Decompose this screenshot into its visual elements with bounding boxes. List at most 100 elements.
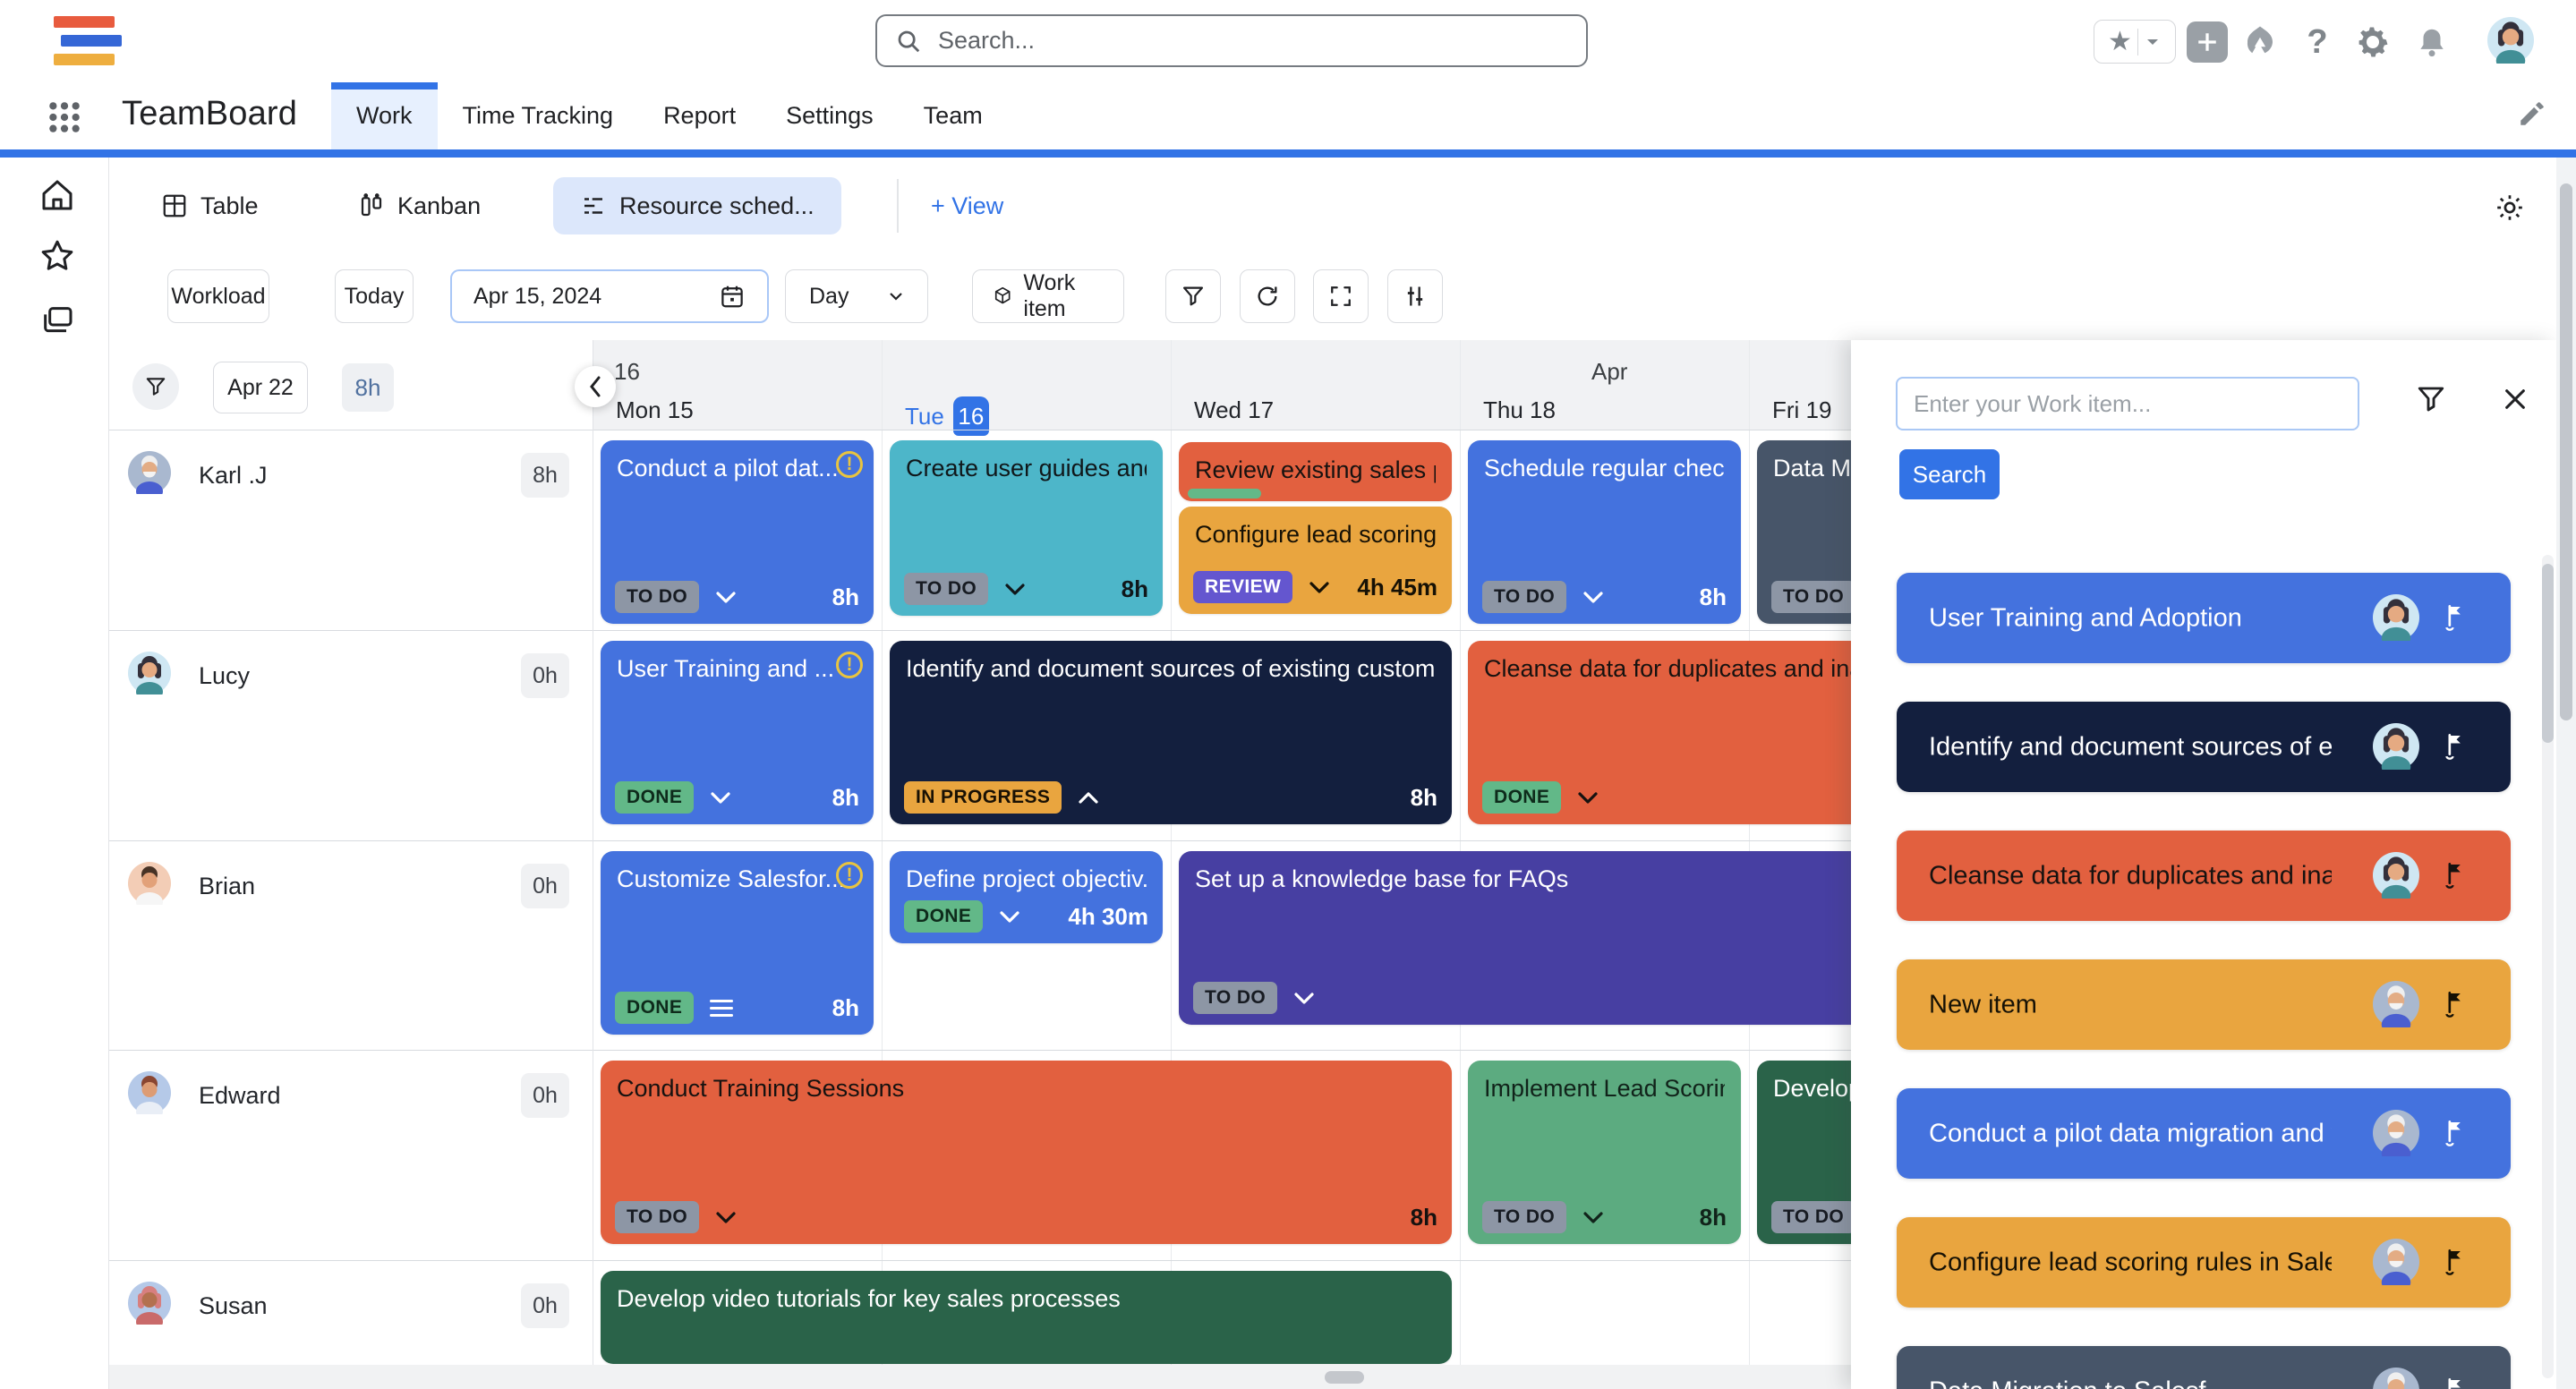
status-badge[interactable]: DONE (615, 992, 694, 1024)
search-result-item[interactable]: New item (1897, 959, 2511, 1050)
help-button[interactable]: ? (2297, 21, 2338, 63)
status-badge[interactable]: IN PROGRESS (904, 781, 1062, 814)
status-badge[interactable]: TO DO (615, 581, 699, 613)
search-input[interactable] (936, 26, 1568, 55)
filter-button[interactable] (1165, 269, 1221, 323)
chevron-down-icon[interactable] (1004, 583, 1026, 596)
resource-row-karlj[interactable]: Karl .J8h (109, 430, 593, 630)
add-button[interactable] (2187, 21, 2228, 63)
nav-tab-work[interactable]: Work (331, 82, 438, 149)
search-result-item[interactable]: Conduct a pilot data migration and va... (1897, 1088, 2511, 1179)
workload-button[interactable]: Workload (167, 269, 269, 323)
task-card[interactable]: Define project objectiv...DONE4h 30m (890, 851, 1163, 943)
favorite-star-button[interactable]: ★ (2094, 20, 2176, 64)
settings-button[interactable] (2352, 21, 2393, 63)
view-tab-table[interactable]: Table (161, 177, 259, 234)
flag-icon[interactable] (2442, 990, 2466, 1018)
task-card[interactable]: Customize Salesfor...!DONE8h (601, 851, 874, 1035)
status-badge[interactable]: TO DO (904, 573, 988, 605)
chevron-down-icon[interactable] (715, 591, 737, 604)
task-card[interactable]: Review existing sales pi... (1179, 442, 1452, 501)
work-item-button[interactable]: Work item (972, 269, 1124, 323)
user-avatar-button[interactable] (2487, 17, 2534, 64)
board-settings-button[interactable] (2494, 192, 2526, 224)
global-search[interactable] (875, 14, 1588, 67)
status-badge[interactable]: REVIEW (1193, 571, 1292, 603)
task-card[interactable]: Implement Lead ScoringTO DO8h (1468, 1061, 1741, 1244)
flag-icon[interactable] (2442, 861, 2466, 890)
chevron-down-icon[interactable] (1577, 791, 1599, 805)
task-card[interactable]: Schedule regular check...TO DO8h (1468, 440, 1741, 624)
task-card[interactable]: Develop video tutorials for key sales pr… (601, 1271, 1452, 1364)
task-card[interactable]: Create user guides and...TO DO8h (890, 440, 1163, 616)
warning-icon[interactable]: ! (836, 862, 863, 889)
day-header-thu[interactable]: Thu 18 (1483, 396, 1556, 424)
chevron-down-icon[interactable] (1309, 581, 1330, 594)
status-badge[interactable]: DONE (904, 900, 983, 933)
task-card[interactable]: Configure lead scoring ...REVIEW4h 45m (1179, 507, 1452, 614)
day-header-mon[interactable]: Mon 15 (616, 396, 694, 424)
view-tab-kanban[interactable]: Kanban (358, 177, 481, 234)
status-badge[interactable]: TO DO (1771, 1201, 1855, 1233)
panel-search-button[interactable]: Search (1899, 449, 2000, 499)
status-badge[interactable]: TO DO (1482, 1201, 1566, 1233)
panel-filter-button[interactable] (2415, 383, 2447, 415)
day-header-fri[interactable]: Fri 19 (1772, 396, 1831, 424)
menu-icon[interactable] (710, 1000, 733, 1017)
status-badge[interactable]: TO DO (1771, 581, 1855, 613)
search-result-item[interactable]: Cleanse data for duplicates and inacc... (1897, 831, 2511, 921)
granularity-dropdown[interactable]: Day (785, 269, 928, 323)
chevron-down-icon[interactable] (710, 791, 731, 805)
horizontal-scrollbar[interactable] (109, 1365, 1851, 1389)
search-result-item[interactable]: Configure lead scoring rules in Salesf..… (1897, 1217, 2511, 1308)
week-filter-button[interactable]: Apr 22 (213, 362, 308, 413)
nav-tab-settings[interactable]: Settings (761, 82, 899, 149)
warning-icon[interactable]: ! (836, 451, 863, 478)
search-result-item[interactable]: User Training and Adoption (1897, 573, 2511, 663)
page-scrollbar-thumb[interactable] (2560, 183, 2572, 720)
task-card[interactable]: Conduct Training SessionsTO DO8h (601, 1061, 1452, 1244)
today-button[interactable]: Today (335, 269, 414, 323)
horizontal-scrollbar-thumb[interactable] (1325, 1371, 1364, 1384)
chevron-up-icon[interactable] (1078, 791, 1099, 805)
flag-icon[interactable] (2442, 732, 2466, 761)
resource-row-lucy[interactable]: Lucy0h (109, 630, 593, 840)
panel-scrollbar-thumb[interactable] (2542, 564, 2554, 743)
nav-tab-team[interactable]: Team (899, 82, 1008, 149)
flag-icon[interactable] (2442, 603, 2466, 632)
edit-pencil-icon[interactable] (2517, 98, 2547, 129)
trails-button[interactable] (2239, 21, 2281, 63)
add-view-button[interactable]: + View (931, 177, 1003, 234)
status-badge[interactable]: DONE (615, 781, 694, 814)
status-badge[interactable]: TO DO (615, 1201, 699, 1233)
task-card[interactable]: User Training and ...!DONE8h (601, 641, 874, 824)
chevron-down-icon[interactable] (1582, 591, 1604, 604)
search-result-item[interactable]: Identify and document sources of exi... (1897, 702, 2511, 792)
home-icon[interactable] (39, 177, 75, 213)
flag-icon[interactable] (2442, 1119, 2466, 1147)
scroll-left-button[interactable] (575, 366, 616, 407)
chevron-down-icon[interactable] (1582, 1211, 1604, 1224)
task-card[interactable]: Identify and document sources of existin… (890, 641, 1452, 824)
status-badge[interactable]: TO DO (1193, 982, 1277, 1014)
day-header-wed[interactable]: Wed 17 (1194, 396, 1274, 424)
resource-row-brian[interactable]: Brian0h (109, 840, 593, 1050)
view-tab-resource-scheduling[interactable]: Resource sched... (553, 177, 841, 234)
nav-tab-report[interactable]: Report (638, 82, 761, 149)
refresh-button[interactable] (1240, 269, 1295, 323)
favorites-star-icon[interactable] (39, 238, 75, 274)
panel-close-button[interactable] (2501, 385, 2529, 413)
apps-grid-icon[interactable] (47, 98, 81, 136)
date-picker[interactable]: Apr 15, 2024 (450, 269, 769, 323)
resource-row-edward[interactable]: Edward0h (109, 1050, 593, 1260)
work-item-search-input[interactable] (1896, 377, 2359, 430)
flag-icon[interactable] (2442, 1376, 2466, 1389)
chevron-down-icon[interactable] (999, 910, 1020, 924)
status-badge[interactable]: TO DO (1482, 581, 1566, 613)
task-card[interactable]: Conduct a pilot dat...!TO DO8h (601, 440, 874, 624)
warning-icon[interactable]: ! (836, 652, 863, 678)
chevron-down-icon[interactable] (1293, 992, 1315, 1005)
fullscreen-button[interactable] (1313, 269, 1369, 323)
notifications-button[interactable] (2411, 21, 2452, 63)
projects-folders-icon[interactable] (39, 303, 75, 338)
